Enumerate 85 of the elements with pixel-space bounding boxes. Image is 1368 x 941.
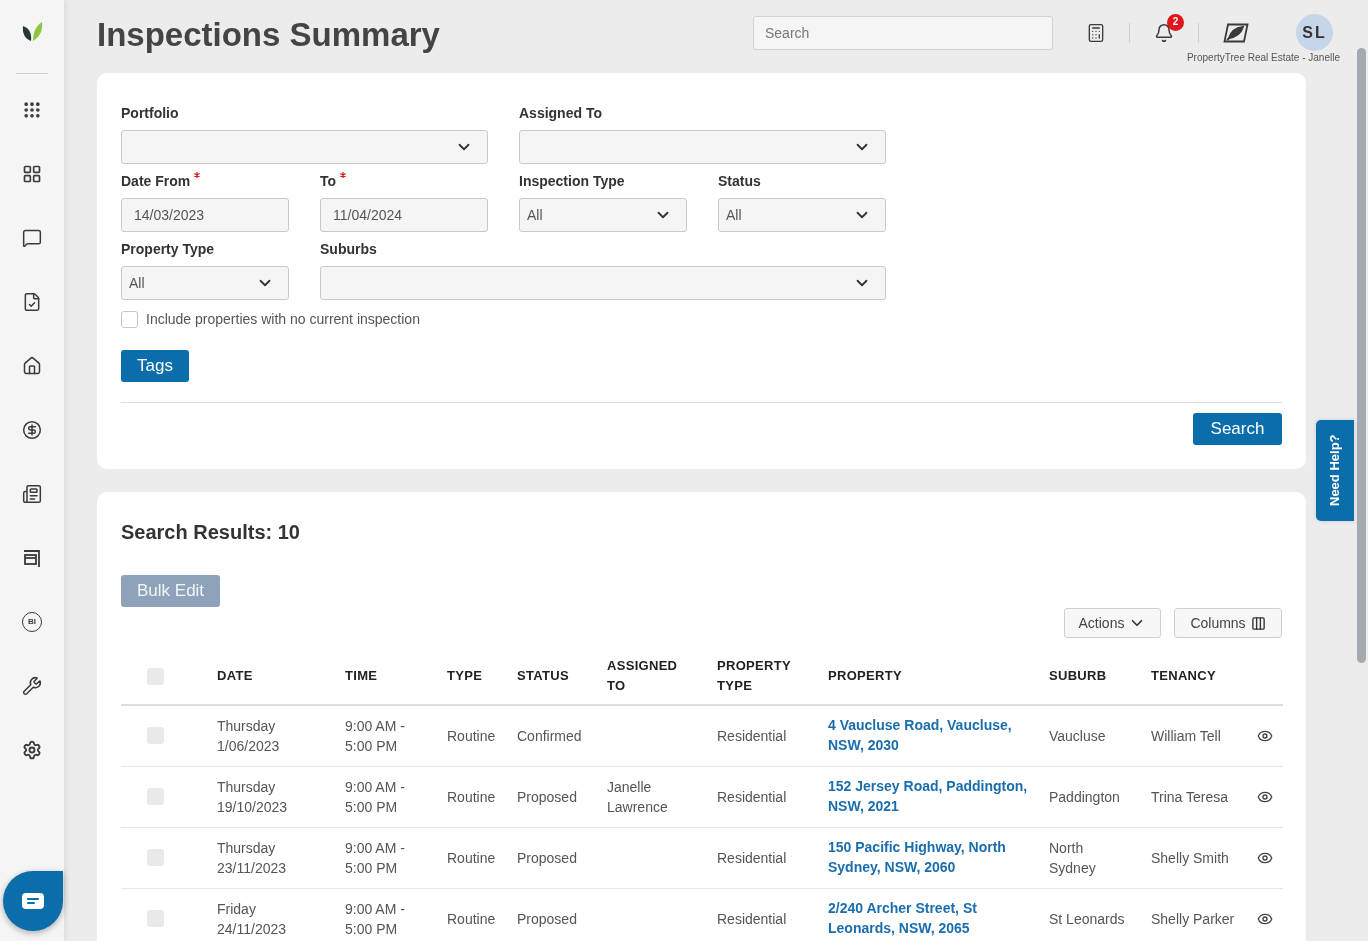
table-cell-text: 9:00 AM - 5:00 PM	[345, 716, 406, 756]
document-icon[interactable]	[22, 484, 42, 504]
table-cell-text: St Leonards	[1049, 909, 1126, 929]
column-header: TYPE	[435, 648, 505, 705]
field-label: To	[320, 173, 337, 190]
table-cell-text: William Tell	[1151, 726, 1222, 746]
table-cell-text: Thursday 19/10/2023	[217, 777, 289, 817]
search-button[interactable]: Search	[1193, 413, 1282, 445]
dollar-icon[interactable]	[22, 420, 42, 440]
leaf-logo-icon[interactable]	[21, 20, 43, 42]
table-cell-text: Janelle Lawrence	[607, 777, 669, 817]
table-cell-text: Paddington	[1049, 787, 1121, 807]
table-cell-text: Vaucluse	[1049, 726, 1107, 746]
scrollbar-thumb[interactable]	[1357, 48, 1366, 663]
date-field[interactable]: 11/04/2024	[320, 198, 488, 232]
table-cell: Residential	[717, 727, 787, 744]
date-field[interactable]: 14/03/2023	[121, 198, 289, 232]
user-avatar[interactable]: SL	[1296, 14, 1333, 51]
chat-bubble-icon[interactable]	[22, 228, 42, 248]
leaf-frame-icon[interactable]	[1223, 22, 1249, 43]
columns-icon	[1250, 615, 1266, 631]
table-cell: Residential	[717, 788, 787, 805]
field-label: Portfolio	[121, 105, 179, 122]
table-cell-text: Shelly Smith	[1151, 848, 1230, 868]
account-caption: PropertyTree Real Estate - Janelle	[1186, 52, 1340, 64]
table-cell: Proposed	[517, 910, 577, 927]
checkbox[interactable]	[121, 311, 138, 328]
table-cell: Routine	[447, 727, 496, 744]
property-link[interactable]: 152 Jersey Road, Paddington, NSW, 2021	[828, 775, 1033, 816]
property-link[interactable]: 4 Vaucluse Road, Vaucluse, NSW, 2030	[828, 714, 1033, 755]
field-label: Assigned To	[519, 105, 602, 122]
chat-icon	[22, 893, 44, 909]
wrench-icon[interactable]	[22, 676, 42, 696]
table-cell-text: Shelly Parker	[1151, 909, 1236, 929]
page-title: Inspections Summary	[97, 15, 440, 55]
column-header: PROPERTY	[816, 648, 1037, 705]
table-cell-text: 9:00 AM - 5:00 PM	[345, 899, 406, 939]
bell-icon[interactable]	[1154, 22, 1174, 43]
notification-badge: 2	[1167, 13, 1184, 31]
field-label: Property Type	[121, 241, 215, 258]
table-cell: Routine	[447, 910, 496, 927]
table-cell: Proposed	[517, 849, 577, 866]
house-icon[interactable]	[22, 356, 42, 376]
document-check-icon[interactable]	[22, 292, 42, 312]
settings-icon[interactable]	[22, 740, 42, 760]
dropdown[interactable]: All	[519, 198, 687, 232]
dropdown[interactable]: All	[718, 198, 886, 232]
table-cell: Residential	[717, 849, 787, 866]
property-link[interactable]: 150 Pacific Highway, North Sydney, NSW, 2060	[828, 836, 1033, 877]
dropdown[interactable]: All	[121, 266, 289, 300]
column-header: SUBURB	[1037, 648, 1139, 705]
table-cell-text: Friday 24/11/2023	[217, 899, 288, 939]
table-cell-text: North Sydney	[1049, 838, 1097, 878]
column-header: DATE	[205, 648, 333, 705]
column-header: PROPERTY TYPE	[705, 648, 816, 705]
frame-icon[interactable]	[22, 548, 42, 568]
field-label: Suburbs	[320, 241, 377, 258]
field-label: Date From	[121, 173, 191, 190]
table-cell: Confirmed	[517, 727, 582, 744]
table-cell: Routine	[447, 788, 496, 805]
actions-button[interactable]: Actions	[1064, 608, 1161, 638]
search-field[interactable]: Search	[753, 15, 1053, 50]
property-link[interactable]: 2/240 Archer Street, St Leonards, NSW, 2065	[828, 897, 1033, 938]
column-header: ASSIGNED TO	[595, 648, 705, 705]
field-label: Inspection Type	[519, 173, 625, 190]
column-header: STATUS	[505, 648, 595, 705]
table-cell-text: Thursday 1/06/2023	[217, 716, 281, 756]
checkbox-label: Include properties with no current inspection	[146, 310, 420, 329]
squares-grid-icon[interactable]	[22, 164, 42, 184]
results-title: Search Results: 10	[121, 520, 301, 544]
tags-button[interactable]: Tags	[121, 350, 189, 382]
table-cell-text: Trina Teresa	[1151, 787, 1230, 807]
field-label: Status	[718, 173, 761, 190]
dots-grid-icon[interactable]	[22, 100, 42, 120]
table-cell: Residential	[717, 910, 787, 927]
columns-button[interactable]: Columns	[1174, 608, 1282, 638]
table-cell: Routine	[447, 849, 496, 866]
column-header: TIME	[333, 648, 435, 705]
calculator-icon[interactable]	[1086, 22, 1106, 43]
help-tab[interactable]: Need Help?	[1316, 420, 1354, 521]
table-cell-text: 9:00 AM - 5:00 PM	[345, 838, 406, 878]
column-header: TENANCY	[1139, 648, 1245, 705]
table-cell-text: 9:00 AM - 5:00 PM	[345, 777, 406, 817]
table-cell: Proposed	[517, 788, 577, 805]
table-cell-text: Thursday 23/11/2023	[217, 838, 288, 878]
